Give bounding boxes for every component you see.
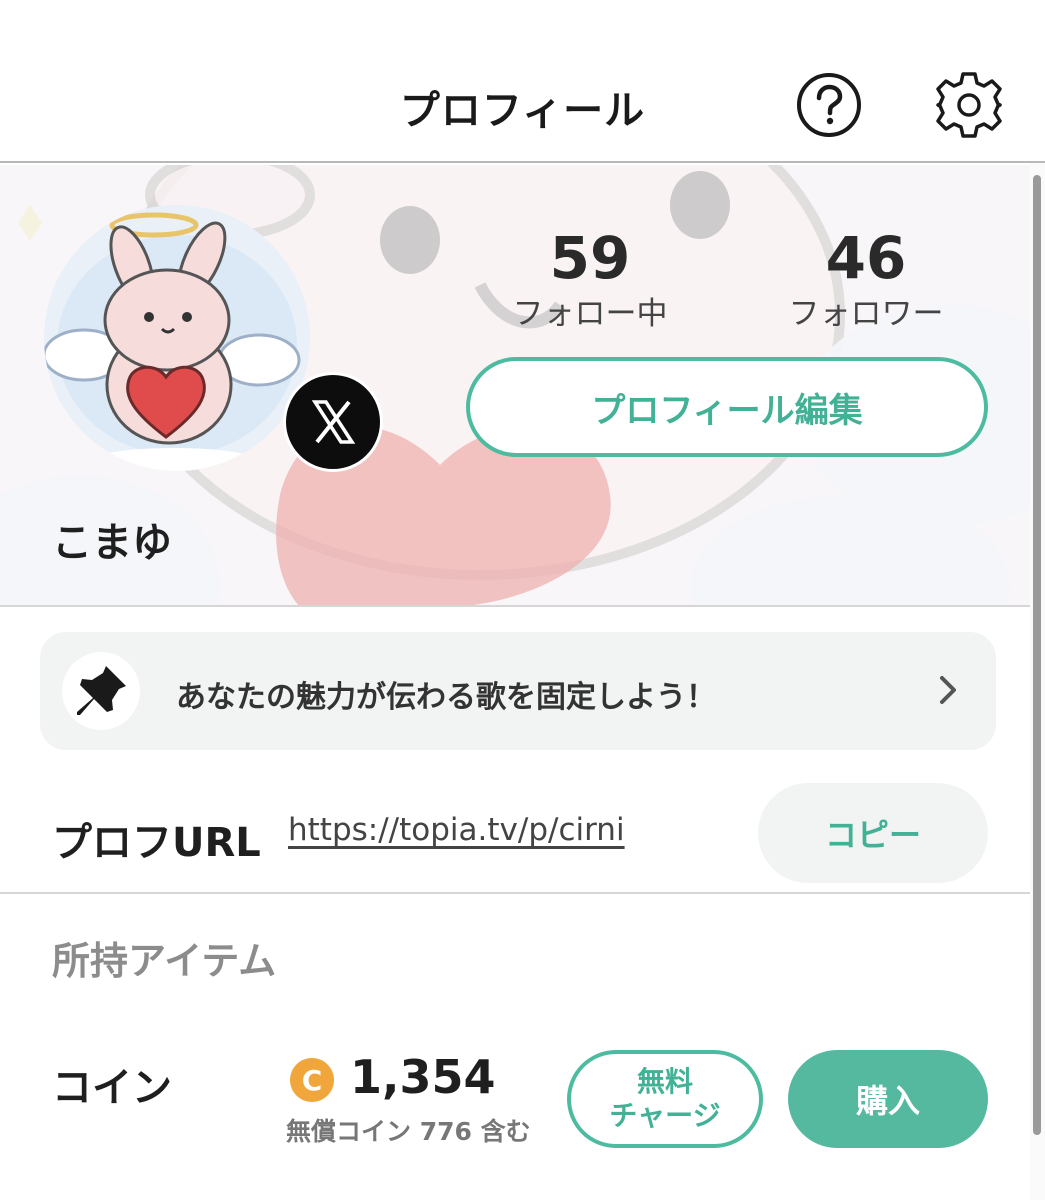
scrollbar-thumb[interactable]	[1033, 175, 1041, 1135]
app-header: プロフィール	[0, 0, 1045, 163]
copy-url-button[interactable]: コピー	[758, 783, 988, 883]
coin-icon: C	[290, 1058, 334, 1102]
avatar-image	[44, 205, 310, 471]
free-charge-button[interactable]: 無料 チャージ	[567, 1050, 763, 1148]
free-coin-note: 無償コイン 776 含む	[286, 1117, 531, 1146]
free-charge-line2: チャージ	[609, 1099, 721, 1132]
profile-url-link[interactable]: https://topia.tv/p/cirni	[288, 812, 625, 848]
section-divider	[0, 892, 1030, 894]
followers-label: フォロワー	[788, 296, 944, 332]
coin-label: コイン	[52, 1065, 172, 1111]
free-charge-line1: 無料	[636, 1065, 693, 1098]
following-stat[interactable]: 59 フォロー中	[490, 222, 690, 334]
followers-stat[interactable]: 46 フォロワー	[766, 222, 966, 334]
following-label: フォロー中	[512, 296, 668, 332]
profile-cover: 59 フォロー中 46 フォロワー プロフィール編集 こまゆ	[0, 165, 1030, 607]
settings-button[interactable]	[934, 70, 1004, 140]
pushpin-icon	[77, 666, 126, 715]
following-count: 59	[549, 224, 631, 292]
profile-url-label: プロフURL	[52, 820, 261, 866]
pin-song-banner[interactable]: あなたの魅力が伝わる歌を固定しよう！	[40, 632, 996, 750]
x-link-badge[interactable]	[283, 372, 383, 472]
gear-icon	[936, 72, 1002, 138]
page-title: プロフィール	[399, 88, 646, 134]
coin-amount: 1,354	[350, 1050, 496, 1104]
question-circle-icon	[797, 73, 861, 137]
pin-icon-wrap	[62, 652, 140, 730]
help-button[interactable]	[796, 72, 862, 138]
followers-count: 46	[825, 224, 907, 292]
edit-profile-button[interactable]: プロフィール編集	[466, 357, 988, 457]
x-logo-icon	[311, 400, 356, 444]
buy-coins-button[interactable]: 購入	[788, 1050, 988, 1148]
pin-banner-text: あなたの魅力が伝わる歌を固定しよう！	[176, 680, 716, 715]
avatar[interactable]	[44, 205, 310, 471]
items-heading: 所持アイテム	[52, 939, 277, 983]
chevron-right-icon	[940, 676, 956, 704]
username: こまゆ	[52, 520, 172, 566]
